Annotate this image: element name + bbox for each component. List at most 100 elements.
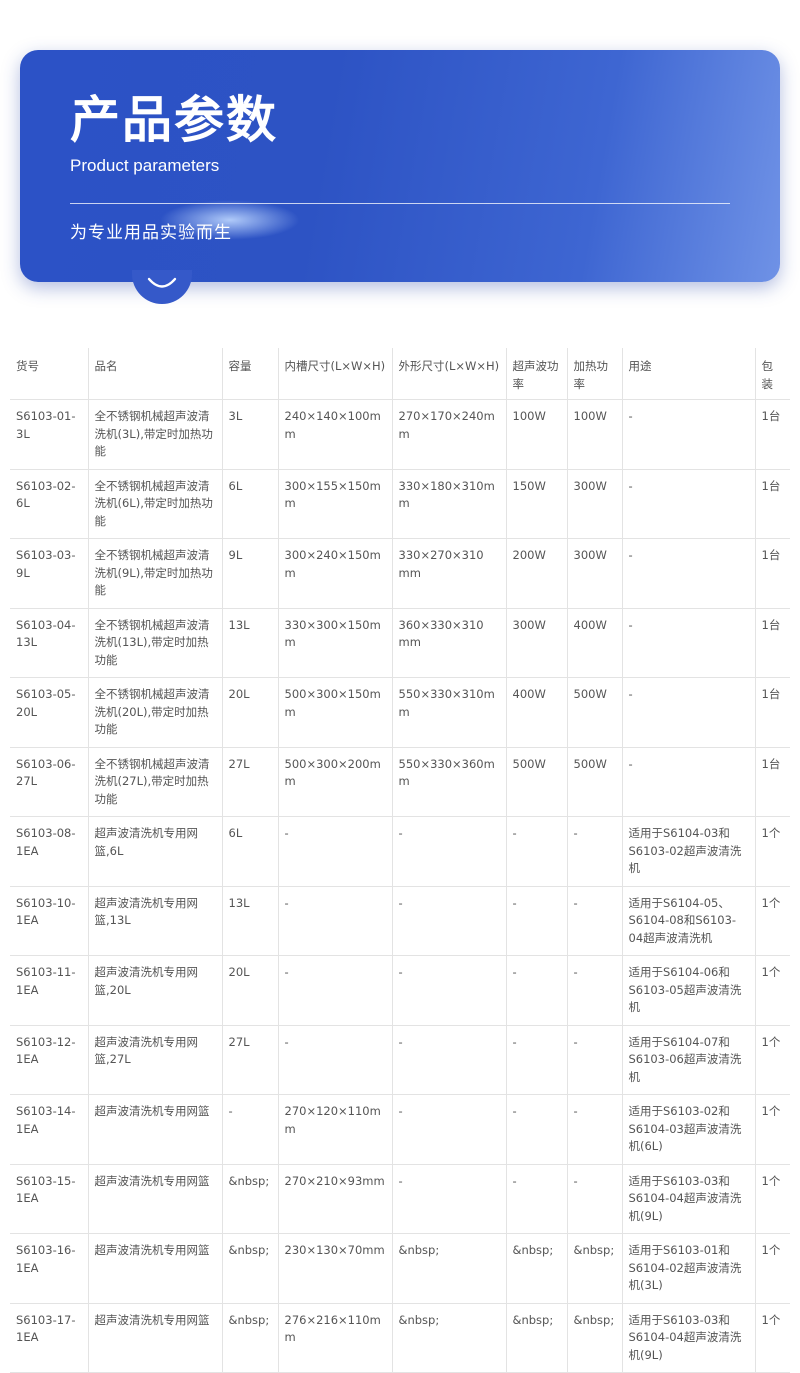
package-cell: 1个 — [755, 816, 790, 887]
ultrasonic-power-cell: 100W — [506, 399, 568, 470]
product-name-cell: 超声波清洗机专用网篮,20L — [88, 955, 223, 1026]
ultrasonic-power-cell: &nbsp; — [506, 1303, 568, 1373]
sku-cell: S6103-12-1EA — [10, 1025, 89, 1095]
sku-cell: S6103-06-27L — [10, 747, 89, 817]
heating-power-cell: &nbsp; — [567, 1233, 623, 1304]
sku-cell: S6103-10-1EA — [10, 886, 89, 956]
usage-cell: 适用于S6104-06和S6103-05超声波清洗机 — [622, 955, 756, 1026]
chevron-down-icon — [147, 277, 177, 288]
product-parameters-table: 货号 品名 容量 内槽尺寸(L×W×H) 外形尺寸(L×W×H) 超声波功率 加… — [10, 348, 790, 1373]
product-name-cell: 超声波清洗机专用网篮,27L — [88, 1025, 223, 1095]
heating-power-cell: - — [567, 816, 623, 887]
usage-cell: - — [622, 538, 756, 609]
product-name-cell: 超声波清洗机专用网篮,13L — [88, 886, 223, 956]
heating-power-cell: - — [567, 1025, 623, 1095]
outer-size-cell: 270×170×240mm — [392, 399, 507, 470]
package-cell: 1台 — [755, 399, 790, 470]
outer-size-cell: 360×330×310 mm — [392, 608, 507, 678]
sku-cell: S6103-17-1EA — [10, 1303, 89, 1373]
capacity-cell: &nbsp; — [222, 1303, 279, 1373]
package-cell: 1个 — [755, 886, 790, 956]
product-name-cell: 超声波清洗机专用网篮 — [88, 1094, 223, 1165]
usage-cell: - — [622, 677, 756, 748]
product-name-cell: 超声波清洗机专用网篮 — [88, 1233, 223, 1304]
ultrasonic-power-cell: 200W — [506, 538, 568, 609]
outer-size-cell: 550×330×310mm — [392, 677, 507, 748]
inner-size-cell: 300×155×150mm — [278, 469, 393, 539]
inner-size-cell: 500×300×150mm — [278, 677, 393, 748]
usage-cell: 适用于S6103-01和S6104-02超声波清洗机(3L) — [622, 1233, 756, 1304]
usage-cell: 适用于S6104-05、S6104-08和S6103-04超声波清洗机 — [622, 886, 756, 956]
heating-power-cell: 300W — [567, 469, 623, 539]
table-header-row: 货号 品名 容量 内槽尺寸(L×W×H) 外形尺寸(L×W×H) 超声波功率 加… — [10, 348, 790, 400]
package-cell: 1台 — [755, 608, 790, 678]
heating-power-cell: - — [567, 886, 623, 956]
outer-size-cell: - — [392, 1164, 507, 1234]
column-header: 品名 — [88, 348, 223, 400]
banner-card: 产品参数 Product parameters 为专业用品实验而生 — [20, 50, 780, 282]
ultrasonic-power-cell: 150W — [506, 469, 568, 539]
package-cell: 1台 — [755, 538, 790, 609]
column-header: 加热功率 — [567, 348, 623, 400]
table-row: S6103-14-1EA 超声波清洗机专用网篮 -270×120×110mm - - - 适… — [10, 1094, 790, 1165]
sku-cell: S6103-15-1EA — [10, 1164, 89, 1234]
inner-size-cell: - — [278, 816, 393, 887]
outer-size-cell: 330×270×310 mm — [392, 538, 507, 609]
page-title: 产品参数 — [70, 91, 278, 149]
table-row: S6103-17-1EA 超声波清洗机专用网篮 &nbsp; 276×216×110m… — [10, 1303, 790, 1373]
table-row: S6103-12-1EA 超声波清洗机专用网篮,27L 27L - - - - 适用于S610… — [10, 1025, 790, 1095]
table-row: S6103-05-20L 全不锈钢机械超声波清洗机(20L),带定时加热功能 20L… — [10, 677, 790, 748]
outer-size-cell: 550×330×360mm — [392, 747, 507, 817]
outer-size-cell: - — [392, 955, 507, 1026]
product-name-cell: 全不锈钢机械超声波清洗机(6L),带定时加热功能 — [88, 469, 223, 539]
inner-size-cell: 300×240×150mm — [278, 538, 393, 609]
product-name-cell: 全不锈钢机械超声波清洗机(9L),带定时加热功能 — [88, 538, 223, 609]
ultrasonic-power-cell: - — [506, 1025, 568, 1095]
column-header: 用途 — [622, 348, 756, 400]
usage-cell: - — [622, 747, 756, 817]
inner-size-cell: 270×210×93mm — [278, 1164, 393, 1234]
sku-cell: S6103-01-3L — [10, 399, 89, 470]
sku-cell: S6103-03-9L — [10, 538, 89, 609]
heating-power-cell: &nbsp; — [567, 1303, 623, 1373]
product-name-cell: 全不锈钢机械超声波清洗机(27L),带定时加热功能 — [88, 747, 223, 817]
usage-cell: 适用于S6103-03和S6104-04超声波清洗机(9L) — [622, 1303, 756, 1373]
ultrasonic-power-cell: - — [506, 886, 568, 956]
capacity-cell: 13L — [222, 886, 279, 956]
product-name-cell: 超声波清洗机专用网篮 — [88, 1303, 223, 1373]
usage-cell: 适用于S6103-02和S6104-03超声波清洗机(6L) — [622, 1094, 756, 1165]
outer-size-cell: 330×180×310mm — [392, 469, 507, 539]
capacity-cell: 13L — [222, 608, 279, 678]
package-cell: 1个 — [755, 1025, 790, 1095]
capacity-cell: 3L — [222, 399, 279, 470]
usage-cell: - — [622, 469, 756, 539]
heating-power-cell: - — [567, 955, 623, 1026]
product-name-cell: 全不锈钢机械超声波清洗机(20L),带定时加热功能 — [88, 677, 223, 748]
inner-size-cell: 276×216×110mm — [278, 1303, 393, 1373]
heating-power-cell: - — [567, 1094, 623, 1165]
package-cell: 1台 — [755, 747, 790, 817]
table-row: S6103-02-6L 全不锈钢机械超声波清洗机(6L),带定时加热功能 6L 300… — [10, 469, 790, 539]
banner-slogan: 为专业用品实验而生 — [70, 223, 232, 243]
inner-size-cell: 240×140×100mm — [278, 399, 393, 470]
outer-size-cell: - — [392, 1025, 507, 1095]
outer-size-cell: &nbsp; — [392, 1303, 507, 1373]
capacity-cell: 20L — [222, 955, 279, 1026]
usage-cell: 适用于S6104-07和S6103-06超声波清洗机 — [622, 1025, 756, 1095]
inner-size-cell: - — [278, 886, 393, 956]
outer-size-cell: &nbsp; — [392, 1233, 507, 1304]
sku-cell: S6103-14-1EA — [10, 1094, 89, 1165]
capacity-cell: 27L — [222, 1025, 279, 1095]
table-row: S6103-04-13L 全不锈钢机械超声波清洗机(13L),带定时加热功能 13L… — [10, 608, 790, 678]
ultrasonic-power-cell: - — [506, 816, 568, 887]
sku-cell: S6103-08-1EA — [10, 816, 89, 887]
table-row: S6103-08-1EA 超声波清洗机专用网篮,6L 6L - - - - 适用于S6104-… — [10, 816, 790, 887]
table-row: S6103-01-3L 全不锈钢机械超声波清洗机(3L),带定时加热功能 3L 240… — [10, 399, 790, 470]
column-header: 外形尺寸(L×W×H) — [392, 348, 507, 400]
heating-power-cell: - — [567, 1164, 623, 1234]
table-row: S6103-16-1EA 超声波清洗机专用网篮 &nbsp; 230×130×70mm… — [10, 1233, 790, 1304]
inner-size-cell: 230×130×70mm — [278, 1233, 393, 1304]
capacity-cell: 20L — [222, 677, 279, 748]
product-name-cell: 全不锈钢机械超声波清洗机(13L),带定时加热功能 — [88, 608, 223, 678]
capacity-cell: &nbsp; — [222, 1164, 279, 1234]
